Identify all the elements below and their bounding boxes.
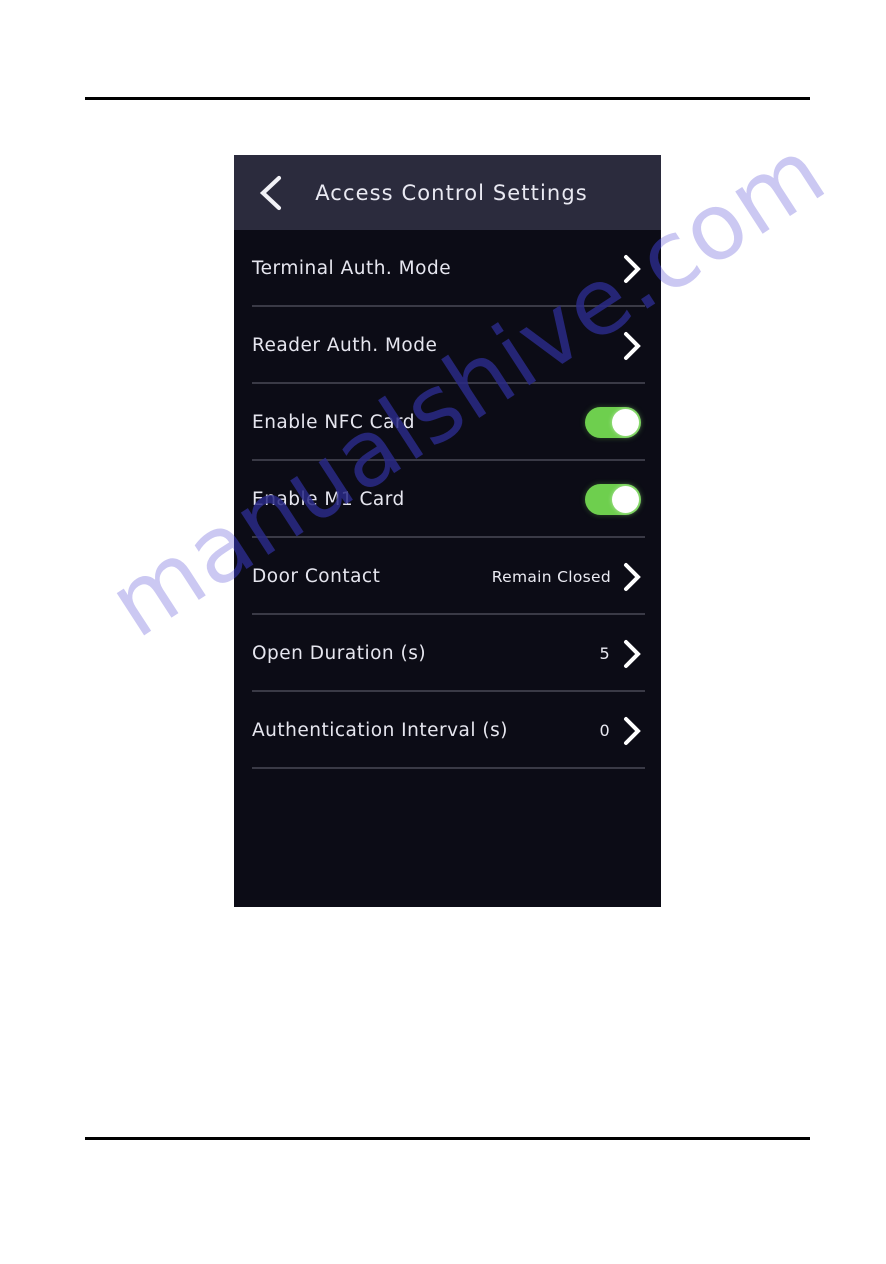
setting-row-open-duration[interactable]: Open Duration (s) 5 <box>234 615 661 692</box>
setting-row-enable-nfc-card[interactable]: Enable NFC Card <box>234 384 661 461</box>
device-screen-panel: Access Control Settings Terminal Auth. M… <box>234 155 661 907</box>
toggle-switch-icon[interactable] <box>585 484 641 515</box>
setting-value: Remain Closed <box>491 567 611 586</box>
toggle-switch-icon[interactable] <box>585 407 641 438</box>
setting-label: Reader Auth. Mode <box>252 335 438 356</box>
setting-row-reader-auth-mode[interactable]: Reader Auth. Mode <box>234 307 661 384</box>
setting-value: 5 <box>599 644 610 663</box>
toggle-knob <box>612 409 639 436</box>
settings-list: Terminal Auth. Mode Reader Auth. Mode En… <box>234 230 661 769</box>
chevron-right-icon <box>621 716 643 746</box>
setting-label: Open Duration (s) <box>252 643 427 664</box>
setting-label: Door Contact <box>252 566 381 587</box>
setting-label: Enable M1 Card <box>252 489 405 510</box>
screen-header: Access Control Settings <box>234 155 661 230</box>
page-footer-rule <box>85 1137 810 1140</box>
setting-row-authentication-interval[interactable]: Authentication Interval (s) 0 <box>234 692 661 769</box>
back-button[interactable] <box>254 175 290 211</box>
setting-label: Terminal Auth. Mode <box>252 258 452 279</box>
setting-row-enable-m1-card[interactable]: Enable M1 Card <box>234 461 661 538</box>
row-divider <box>252 767 645 769</box>
chevron-right-icon <box>621 254 643 284</box>
page-header-rule <box>85 97 810 100</box>
setting-label: Enable NFC Card <box>252 412 415 433</box>
chevron-right-icon <box>621 639 643 669</box>
chevron-right-icon <box>621 562 643 592</box>
setting-row-terminal-auth-mode[interactable]: Terminal Auth. Mode <box>234 230 661 307</box>
setting-label: Authentication Interval (s) <box>252 720 508 741</box>
setting-row-door-contact[interactable]: Door Contact Remain Closed <box>234 538 661 615</box>
setting-value: 0 <box>599 721 610 740</box>
chevron-right-icon <box>621 331 643 361</box>
page-title: Access Control Settings <box>315 180 588 205</box>
toggle-knob <box>612 486 639 513</box>
